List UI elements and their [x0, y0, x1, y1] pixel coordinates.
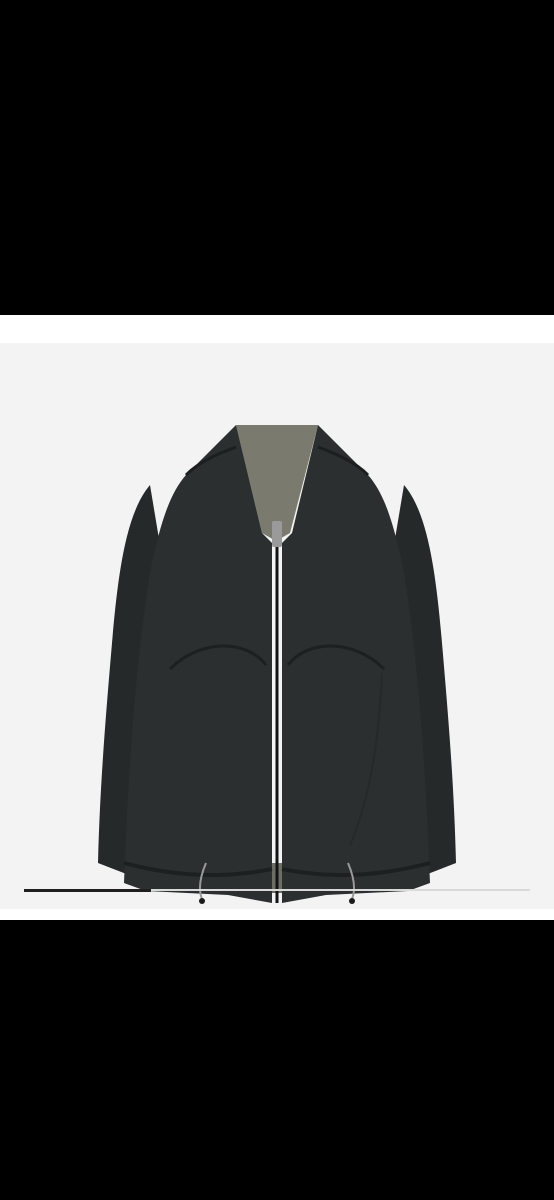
- image-viewer-screen: [0, 0, 554, 1200]
- bottom-letterbox: [0, 920, 554, 1200]
- jacket-photo: [98, 425, 456, 904]
- product-image-panel[interactable]: [0, 343, 554, 909]
- image-frame: [0, 315, 554, 920]
- carousel-progress-fill: [24, 888, 151, 892]
- zipper-pull: [272, 521, 282, 547]
- top-letterbox: [0, 0, 554, 315]
- carousel-progress-track[interactable]: [24, 888, 530, 892]
